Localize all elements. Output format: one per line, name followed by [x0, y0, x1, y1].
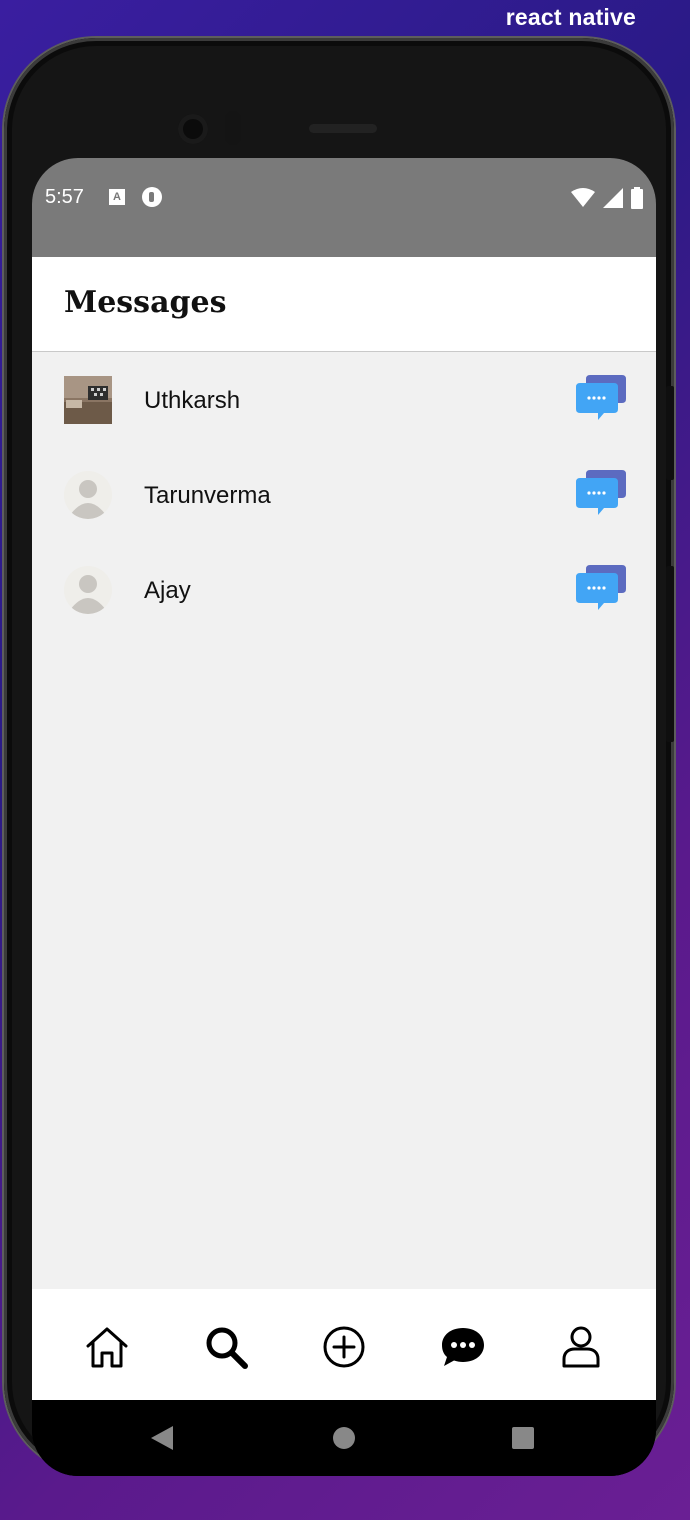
system-navigation-bar — [32, 1400, 656, 1476]
recents-icon[interactable] — [512, 1427, 534, 1449]
back-icon[interactable] — [151, 1426, 173, 1450]
avatar[interactable] — [64, 376, 112, 424]
photo-avatar-image — [64, 376, 112, 424]
phone-screen: 5:57 A Messages Uthkarsh Tarunverma Ajay — [32, 158, 656, 1476]
proximity-sensor — [225, 111, 241, 145]
battery-icon — [631, 187, 643, 209]
chat-icon[interactable] — [440, 1324, 486, 1370]
chat-bubble-icon[interactable] — [576, 373, 626, 421]
app-header: Messages — [32, 257, 656, 352]
chat-bubble-icon[interactable] — [576, 563, 626, 611]
add-icon[interactable] — [321, 1324, 367, 1370]
conversation-row[interactable]: Uthkarsh — [32, 352, 656, 447]
watermark-text: react native — [505, 4, 636, 30]
profile-icon[interactable] — [558, 1324, 604, 1370]
contact-name: Ajay — [144, 577, 191, 604]
status-time: 5:57 — [45, 186, 84, 208]
conversation-row[interactable]: Ajay — [32, 542, 656, 637]
bottom-tab-bar — [32, 1289, 656, 1400]
home-circle-icon[interactable] — [333, 1427, 355, 1449]
phone-side-button — [666, 386, 674, 480]
contact-name: Tarunverma — [144, 482, 271, 509]
front-camera — [178, 114, 208, 144]
chat-bubble-icon[interactable] — [576, 468, 626, 516]
cell-signal-icon — [603, 188, 623, 208]
wifi-icon — [571, 188, 595, 207]
keyboard-notification-icon: A — [109, 189, 125, 205]
default-avatar-icon — [64, 566, 112, 614]
avatar[interactable] — [64, 471, 112, 519]
contact-name: Uthkarsh — [144, 387, 241, 414]
conversation-list: Uthkarsh Tarunverma Ajay — [32, 352, 656, 1289]
page-title: Messages — [64, 285, 227, 320]
earpiece-speaker — [309, 124, 377, 133]
phone-volume-button — [666, 566, 674, 742]
status-right-icons — [571, 187, 643, 209]
search-icon[interactable] — [203, 1324, 249, 1370]
phone-frame: 5:57 A Messages Uthkarsh Tarunverma Ajay — [4, 38, 674, 1476]
default-avatar-icon — [64, 471, 112, 519]
home-icon[interactable] — [84, 1324, 130, 1370]
app-notification-icon — [142, 187, 162, 207]
status-bar: 5:57 A — [32, 158, 656, 257]
conversation-row[interactable]: Tarunverma — [32, 447, 656, 542]
avatar[interactable] — [64, 566, 112, 614]
